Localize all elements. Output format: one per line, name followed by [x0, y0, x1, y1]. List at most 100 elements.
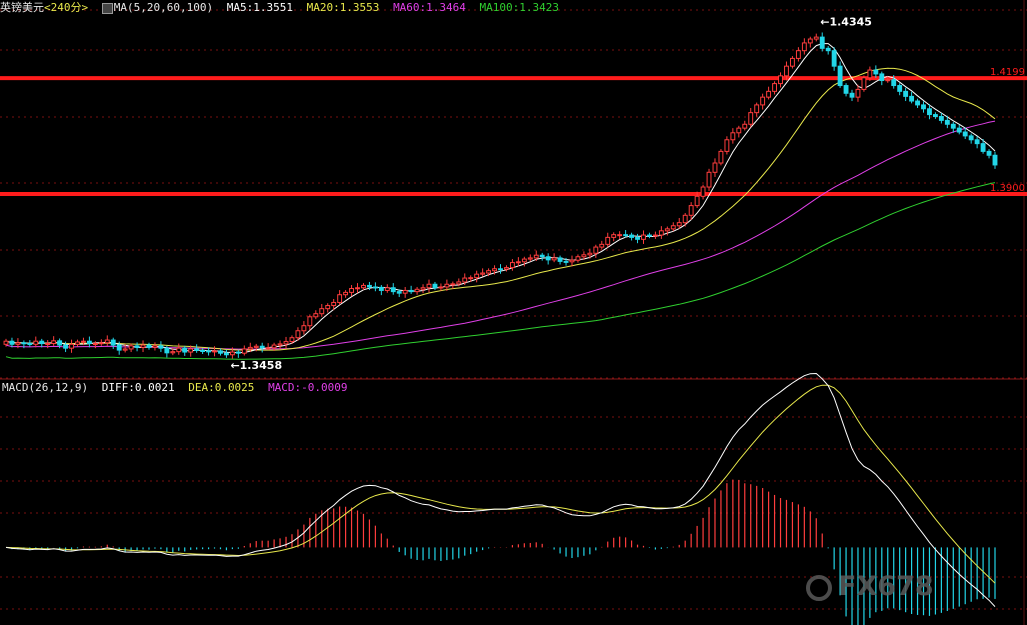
- candle-body: [688, 205, 694, 216]
- candle-body: [307, 316, 313, 327]
- candle-body: [587, 252, 593, 256]
- candle-body: [682, 214, 688, 224]
- candle-body: [206, 350, 212, 353]
- candle-body: [515, 261, 521, 264]
- candle-body: [617, 234, 623, 237]
- candle-body: [390, 287, 396, 293]
- candle-body: [772, 83, 777, 92]
- candle-body: [569, 259, 575, 263]
- candle-body: [992, 154, 998, 166]
- candle-body: [158, 345, 164, 349]
- candle-body: [652, 234, 658, 237]
- candle-body: [903, 90, 909, 97]
- candle-body: [146, 344, 152, 348]
- period-label: <240分>: [44, 1, 89, 14]
- candle-body: [265, 347, 271, 350]
- candle-body: [742, 123, 748, 129]
- candle-body: [504, 267, 509, 270]
- ma-icon: [101, 2, 113, 14]
- candle-body: [831, 50, 837, 67]
- support-resistance-lines: 1.4199 1.3900: [0, 67, 1027, 196]
- candle-body: [456, 281, 462, 285]
- candle-body: [694, 195, 700, 207]
- diff-value: DIFF:0.0021: [101, 381, 175, 394]
- symbol-name: 英镑美元: [0, 1, 44, 14]
- candle-body: [33, 340, 39, 345]
- candle-body: [218, 350, 223, 354]
- candle-body: [641, 234, 646, 240]
- candle-body: [325, 305, 331, 310]
- candle-body: [527, 257, 533, 260]
- candle-body: [968, 135, 974, 141]
- candle-body: [915, 100, 920, 106]
- candle-body: [825, 47, 831, 52]
- candle-body: [378, 286, 384, 291]
- candle-body: [563, 260, 569, 263]
- candle-body: [551, 257, 557, 261]
- macd-panel-header: MACD(26,12,9) DIFF:0.0021 DEA:0.0025 MAC…: [2, 381, 355, 394]
- candle-body: [212, 350, 217, 353]
- candle-body: [283, 341, 289, 345]
- candle-body: [545, 256, 551, 261]
- candle-body: [718, 150, 724, 164]
- candle-body: [623, 234, 629, 237]
- level-label: 1.4199: [990, 67, 1025, 78]
- macd-params: MACD(26,12,9): [2, 381, 89, 394]
- candle-body: [867, 69, 873, 79]
- candle-body: [492, 268, 497, 272]
- candle-body: [605, 236, 611, 245]
- candle-body: [879, 73, 885, 82]
- candle-body: [885, 79, 891, 82]
- dea-value: DEA:0.0025: [188, 381, 255, 394]
- candle-body: [366, 284, 372, 288]
- candle-body: [843, 85, 849, 94]
- candle-body: [128, 345, 134, 350]
- candle-body: [182, 347, 188, 353]
- candle-body: [855, 88, 861, 98]
- candle-body: [658, 230, 664, 236]
- candle-body: [784, 65, 789, 77]
- candle-body: [950, 123, 956, 129]
- candle-body: [921, 104, 926, 110]
- candle-body: [647, 234, 652, 237]
- candle-body: [408, 289, 414, 293]
- candle-body: [9, 340, 15, 345]
- candle-body: [444, 283, 450, 288]
- candle-body: [837, 65, 843, 87]
- candle-body: [110, 339, 116, 346]
- candle-body: [200, 349, 206, 352]
- candle-body: [81, 340, 86, 343]
- candle-body: [664, 228, 670, 232]
- candle-body: [581, 254, 587, 258]
- candle-body: [116, 344, 122, 351]
- candle-body: [795, 50, 801, 59]
- candle-body: [301, 325, 307, 332]
- ma60-value: MA60:1.3464: [393, 1, 466, 14]
- candle-body: [766, 90, 772, 98]
- candle-body: [873, 69, 879, 75]
- candle-body: [384, 287, 390, 291]
- candle-body: [57, 340, 63, 346]
- candle-body: [575, 256, 581, 261]
- candle-body: [730, 132, 736, 141]
- candle-body: [539, 254, 545, 258]
- candle-body: [21, 342, 27, 345]
- candle-body: [271, 344, 277, 349]
- candle-body: [176, 347, 182, 353]
- candle-body: [986, 150, 992, 156]
- candle-body: [194, 348, 200, 351]
- candle-body: [670, 225, 676, 230]
- ma20-value: MA20:1.3553: [306, 1, 380, 14]
- candle-body: [724, 139, 730, 152]
- price-annotation: ←1.4345: [820, 16, 872, 29]
- candle-body: [259, 345, 265, 349]
- candle-body: [426, 283, 432, 289]
- candle-body: [295, 330, 301, 339]
- candle-body: [754, 104, 760, 114]
- candle-body: [289, 337, 295, 343]
- candle-body: [69, 343, 74, 349]
- candle-body: [349, 288, 354, 293]
- candle-body: [224, 352, 229, 356]
- candle-body: [962, 131, 968, 137]
- candle-body: [86, 340, 92, 345]
